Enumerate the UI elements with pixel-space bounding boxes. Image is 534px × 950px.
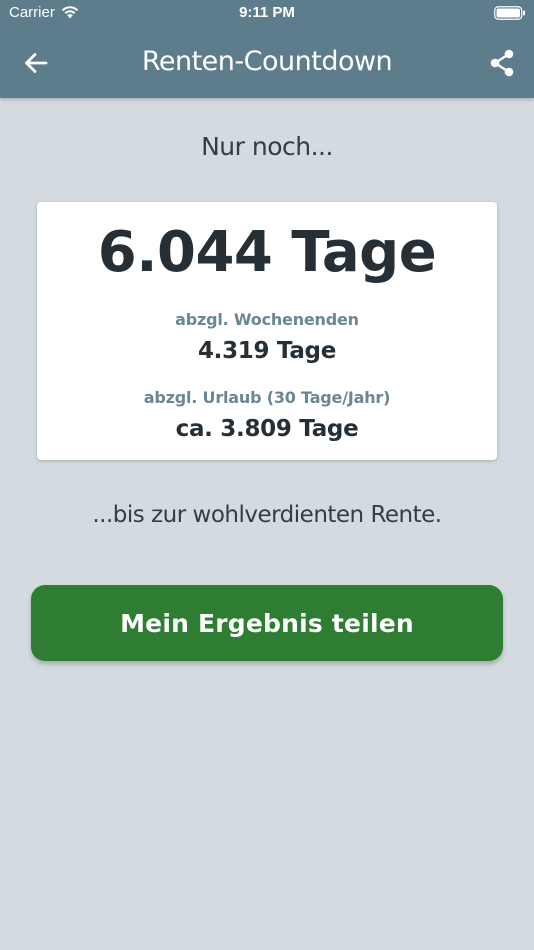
- navigation-bar: Renten-Countdown: [0, 28, 534, 98]
- outro-text: ...bis zur wohlverdienten Rente.: [92, 502, 442, 528]
- vacation-value: ca. 3.809 Tage: [175, 416, 359, 442]
- share-result-button[interactable]: Mein Ergebnis teilen: [31, 585, 503, 661]
- vacation-label: abzgl. Urlaub (30 Tage/Jahr): [143, 388, 391, 407]
- app-header: Carrier 9:11 PM Renten-Countdown: [0, 0, 534, 98]
- share-button[interactable]: [484, 46, 520, 80]
- arrow-left-icon: [25, 53, 48, 73]
- status-time: 9:11 PM: [239, 4, 295, 21]
- total-days-value: 6.044 Tage: [97, 220, 437, 285]
- status-bar: Carrier 9:11 PM: [0, 0, 534, 28]
- intro-text: Nur noch...: [201, 132, 333, 161]
- page-title: Renten-Countdown: [141, 46, 393, 77]
- battery-icon: [494, 6, 525, 20]
- weekends-value: 4.319 Tage: [197, 338, 337, 364]
- back-button[interactable]: [16, 46, 56, 80]
- result-card: 6.044 Tage abzgl. Wochenenden 4.319 Tage…: [37, 202, 497, 460]
- weekends-label: abzgl. Wochenenden: [175, 310, 359, 329]
- share-icon: [490, 49, 514, 77]
